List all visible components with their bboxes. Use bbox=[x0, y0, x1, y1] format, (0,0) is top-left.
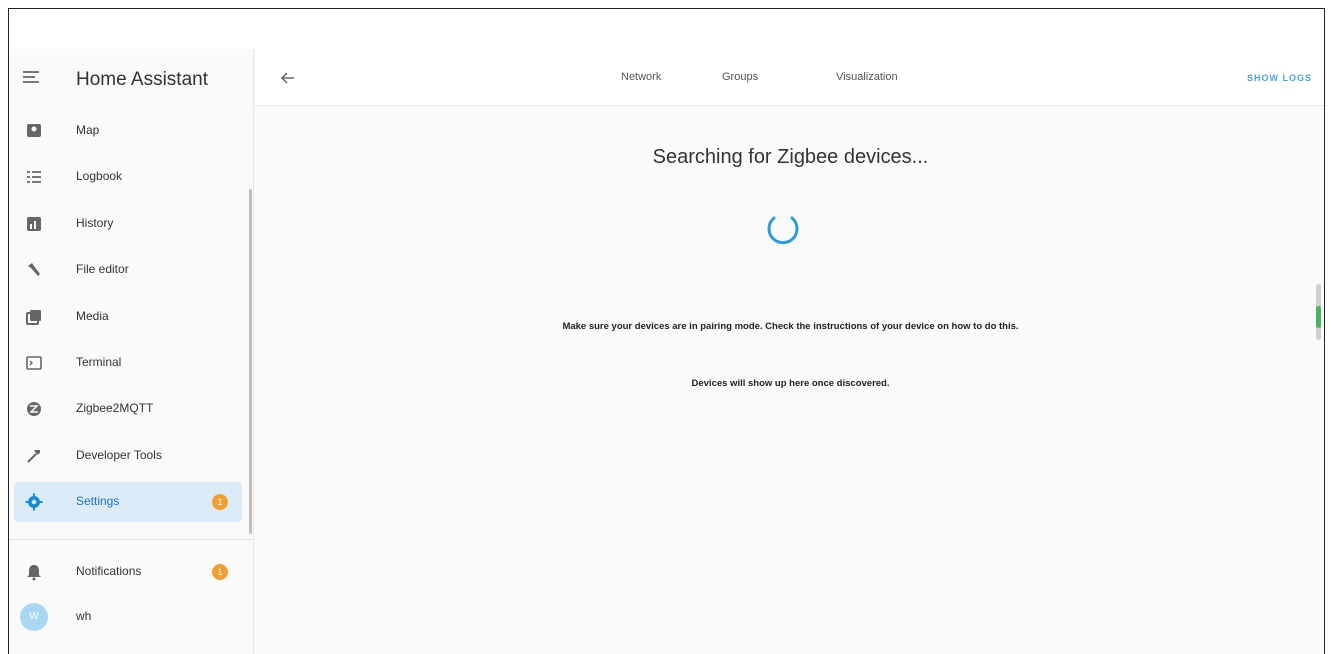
sidebar-item-label: Logbook bbox=[76, 169, 123, 183]
sidebar: Home Assistant Map Logbook History File … bbox=[9, 49, 254, 654]
sidebar-scrollbar[interactable] bbox=[249, 189, 252, 534]
show-logs-button[interactable]: SHOW LOGS bbox=[1247, 73, 1312, 83]
sidebar-item-label: Zigbee2MQTT bbox=[76, 401, 154, 415]
sidebar-item-logbook[interactable]: Logbook bbox=[14, 157, 242, 197]
wrench-icon bbox=[28, 263, 40, 276]
discovery-hint: Devices will show up here once discovere… bbox=[691, 378, 890, 389]
sidebar-item-label: Settings bbox=[76, 494, 120, 508]
main-scrollbar[interactable] bbox=[1316, 284, 1321, 340]
sidebar-item-label: File editor bbox=[76, 262, 129, 276]
sidebar-item-terminal[interactable]: Terminal bbox=[14, 343, 242, 383]
terminal-icon bbox=[26, 356, 42, 370]
sidebar-item-label: Media bbox=[76, 309, 109, 323]
app-window: Home Assistant Map Logbook History File … bbox=[8, 8, 1325, 654]
app-title: Home Assistant bbox=[76, 69, 208, 90]
loading-spinner-icon bbox=[767, 216, 799, 245]
sidebar-divider bbox=[9, 539, 253, 540]
menu-icon[interactable] bbox=[23, 71, 41, 85]
main-content: Searching for Zigbee devices... Make sur… bbox=[255, 106, 1324, 654]
tab-visualization[interactable]: Visualization bbox=[836, 71, 898, 83]
gear-icon bbox=[25, 493, 43, 511]
page-title: Searching for Zigbee devices... bbox=[652, 146, 929, 168]
sidebar-item-label: History bbox=[76, 216, 114, 230]
sidebar-item-user[interactable]: W wh bbox=[14, 597, 242, 637]
sidebar-item-map[interactable]: Map bbox=[14, 111, 242, 151]
avatar: W bbox=[20, 603, 48, 631]
sidebar-item-developer-tools[interactable]: Developer Tools bbox=[14, 436, 242, 476]
back-arrow-icon[interactable] bbox=[279, 69, 297, 87]
zigbee-icon bbox=[27, 402, 41, 416]
sidebar-item-media[interactable]: Media bbox=[14, 297, 242, 337]
bell-icon bbox=[27, 565, 41, 581]
sidebar-item-label: Map bbox=[76, 123, 100, 137]
history-icon bbox=[27, 217, 41, 231]
sidebar-item-notifications[interactable]: Notifications 1 bbox=[14, 552, 242, 592]
sidebar-item-settings[interactable]: Settings 1 bbox=[14, 482, 242, 522]
toolbar: Network Groups Visualization SHOW LOGS bbox=[255, 49, 1324, 106]
pairing-instructions: Make sure your devices are in pairing mo… bbox=[562, 321, 1019, 332]
tab-network[interactable]: Network bbox=[621, 71, 661, 83]
logbook-icon bbox=[27, 171, 41, 183]
sidebar-item-label: Notifications bbox=[76, 564, 142, 578]
tab-groups[interactable]: Groups bbox=[722, 71, 758, 83]
sidebar-item-label: Terminal bbox=[76, 355, 122, 369]
sidebar-item-zigbee2mqtt[interactable]: Zigbee2MQTT bbox=[14, 389, 242, 429]
window-top bbox=[9, 9, 1324, 49]
scrollbar-thumb[interactable] bbox=[1316, 306, 1321, 328]
user-name: wh bbox=[76, 609, 92, 623]
notifications-badge: 1 bbox=[212, 564, 228, 580]
settings-badge: 1 bbox=[212, 494, 228, 510]
hammer-icon bbox=[27, 450, 40, 463]
sidebar-header: Home Assistant bbox=[9, 49, 253, 107]
media-icon bbox=[26, 310, 41, 325]
sidebar-item-label: Developer Tools bbox=[76, 448, 162, 462]
sidebar-item-file-editor[interactable]: File editor bbox=[14, 250, 242, 290]
sidebar-item-history[interactable]: History bbox=[14, 204, 242, 244]
map-icon bbox=[27, 124, 41, 137]
